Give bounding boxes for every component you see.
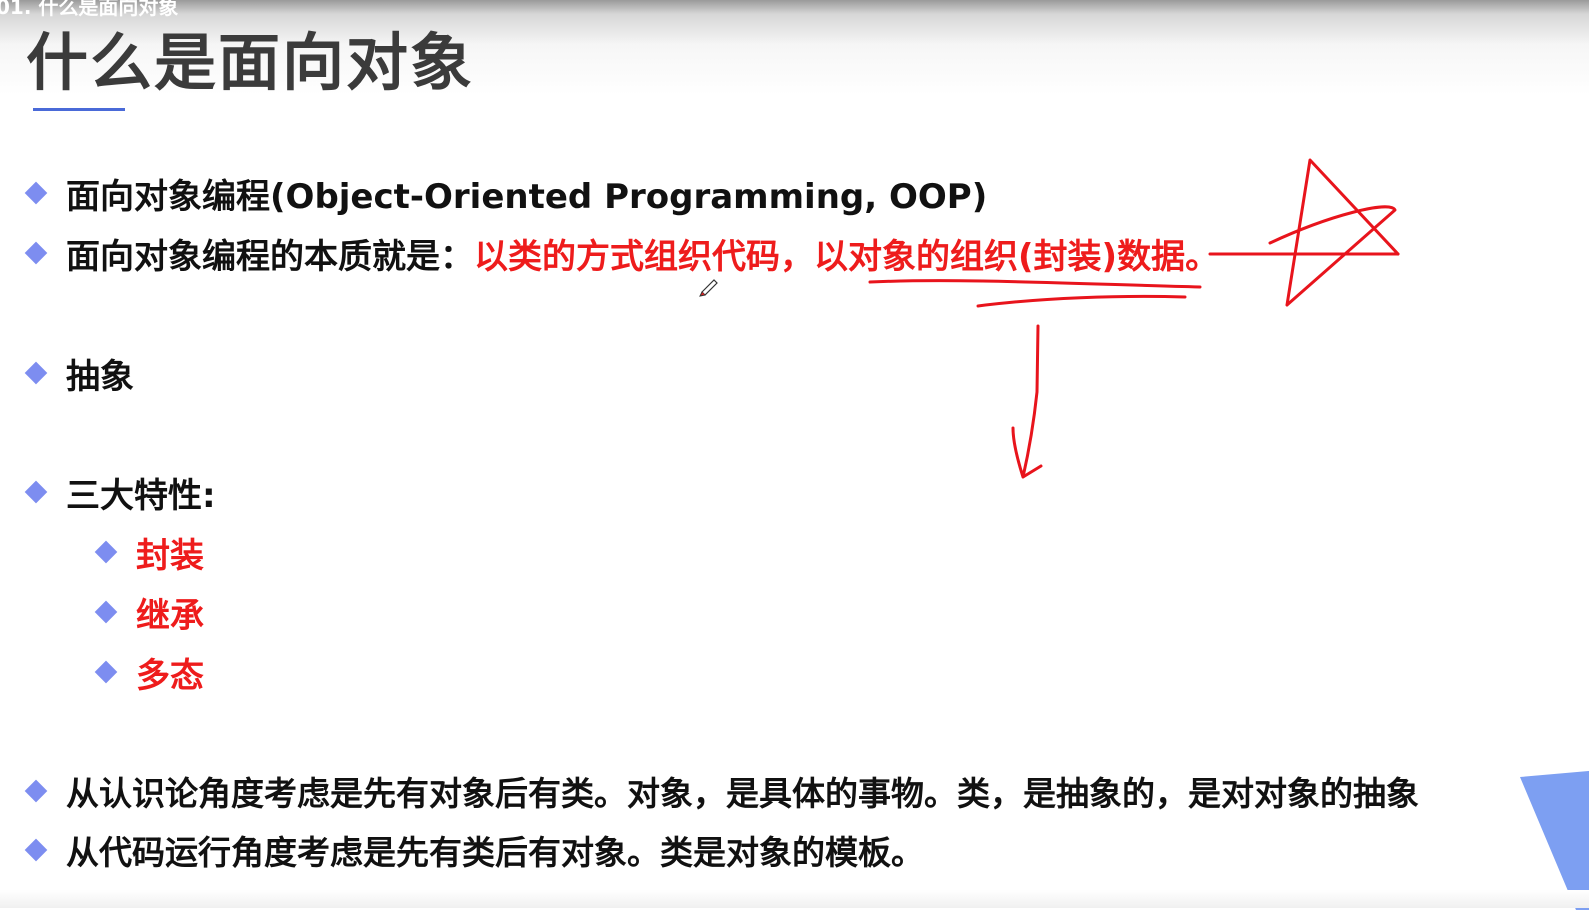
- ink-underline-1: [868, 279, 1202, 289]
- ink-annotations: [699, 158, 1400, 479]
- ink-underline-2: [976, 294, 1187, 308]
- ink-star: [1268, 158, 1400, 307]
- ink-arrow: [1011, 324, 1043, 479]
- pen-cursor-icon: [699, 279, 718, 297]
